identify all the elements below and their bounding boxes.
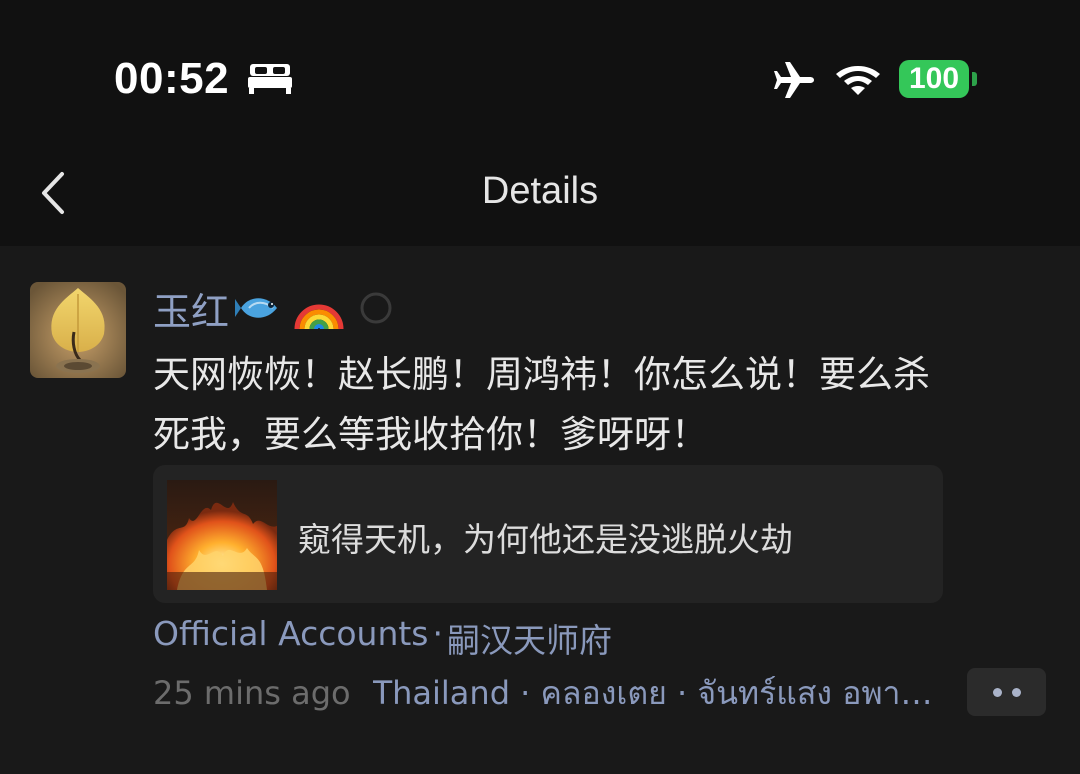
author-name[interactable]: 玉红 [153,281,229,336]
post-text: 天网恢恢！赵长鹏！周鸿祎！你怎么说！要么杀 死我，要么等我收拾你！爹呀呀！ [153,353,930,456]
link-card[interactable]: 窥得天机，为何他还是没逃脱火劫 [153,465,943,603]
airplane-icon [774,62,814,98]
time-ago: 25 mins ago [153,674,351,712]
fish-icon [235,298,278,318]
source-row[interactable]: Official Accounts · 嗣汉天师府 [153,614,612,662]
source-separator: · [432,614,444,653]
battery-level: 100 [908,62,960,95]
battery-icon: 100 [899,60,969,98]
source-label: Official Accounts [153,614,429,653]
more-dots-icon[interactable] [967,668,1046,716]
avatar[interactable] [30,282,126,378]
wifi-icon [836,66,880,95]
status-bar: 00:52 100 [0,0,1080,140]
details-screen: 00:52 100 Details 玉红 天网恢恢！赵长鹏！周鸿祎！你怎么说！要… [0,0,1080,774]
link-title: 窥得天机，为何他还是没逃脱火劫 [298,520,793,559]
meta-row: 25 mins ago Thailand · คลองเตย · จันทร์แ… [153,668,938,718]
sleep-icon [248,64,292,94]
fire-image [167,480,277,590]
author-row: 玉红 [153,282,393,334]
nav-bar: Details [0,140,1080,246]
rainbow-icon [294,304,344,330]
avatar-image [30,282,126,378]
source-name: 嗣汉天师府 [447,621,613,660]
location-link[interactable]: Thailand · คลองเตย · จันทร์แสง อพาร์ทเมน… [373,668,938,719]
loading-icon [360,292,392,324]
dot [1011,687,1021,697]
battery-cap [972,72,977,86]
page-title: Details [481,170,599,212]
status-time: 00:52 [114,54,230,103]
dot [992,687,1002,697]
